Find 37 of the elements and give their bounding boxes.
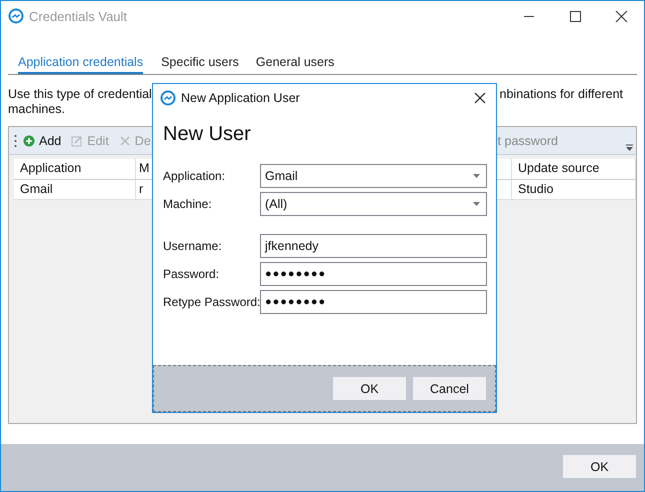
caret-icon	[473, 174, 480, 178]
ok-button[interactable]: OK	[333, 377, 406, 400]
toolbar-button[interactable]: Add	[23, 134, 62, 148]
field-label: Username:	[163, 239, 223, 253]
overflow-caret-icon[interactable]	[626, 144, 633, 151]
caret-icon	[473, 202, 480, 206]
field-label: Retype Password:	[163, 295, 260, 309]
field-label: Application:	[163, 169, 226, 183]
password-field[interactable]: ●●●●●●●●	[260, 290, 487, 314]
delete-icon	[118, 134, 131, 146]
close-icon[interactable]	[474, 92, 486, 104]
description-text: machines.	[8, 102, 65, 117]
tab[interactable]: General users	[256, 53, 342, 74]
input-field[interactable]: jfkennedy	[260, 234, 487, 258]
tab[interactable]: Application credentials	[18, 53, 144, 74]
description-text: nbinations for different	[500, 87, 623, 102]
window-title: Credentials Vault	[29, 8, 128, 24]
dialog-title: New Application User	[181, 90, 301, 104]
ok-button[interactable]: OK	[563, 455, 636, 478]
dialog-heading: New User	[163, 123, 252, 146]
edit-icon	[71, 134, 84, 146]
dropdown-field[interactable]: (All)	[260, 192, 487, 216]
password-field[interactable]: ●●●●●●●●	[260, 262, 487, 286]
table-cell: Gmail	[14, 180, 136, 200]
table-cell: Studio	[512, 180, 636, 200]
app-logo-icon	[8, 8, 24, 24]
cancel-button[interactable]: Cancel	[413, 377, 486, 400]
field-label: Machine:	[163, 197, 213, 211]
description-text: Use this type of credential	[8, 87, 152, 102]
tab[interactable]: Specific users	[161, 53, 246, 74]
column-header[interactable]: Application	[14, 159, 136, 180]
app-logo-icon	[160, 90, 176, 106]
add-icon	[23, 134, 35, 146]
column-header[interactable]: Update source	[512, 159, 636, 180]
grip-icon	[14, 134, 17, 148]
dropdown-field[interactable]: Gmail	[260, 164, 487, 188]
field-label: Password:	[163, 267, 220, 281]
